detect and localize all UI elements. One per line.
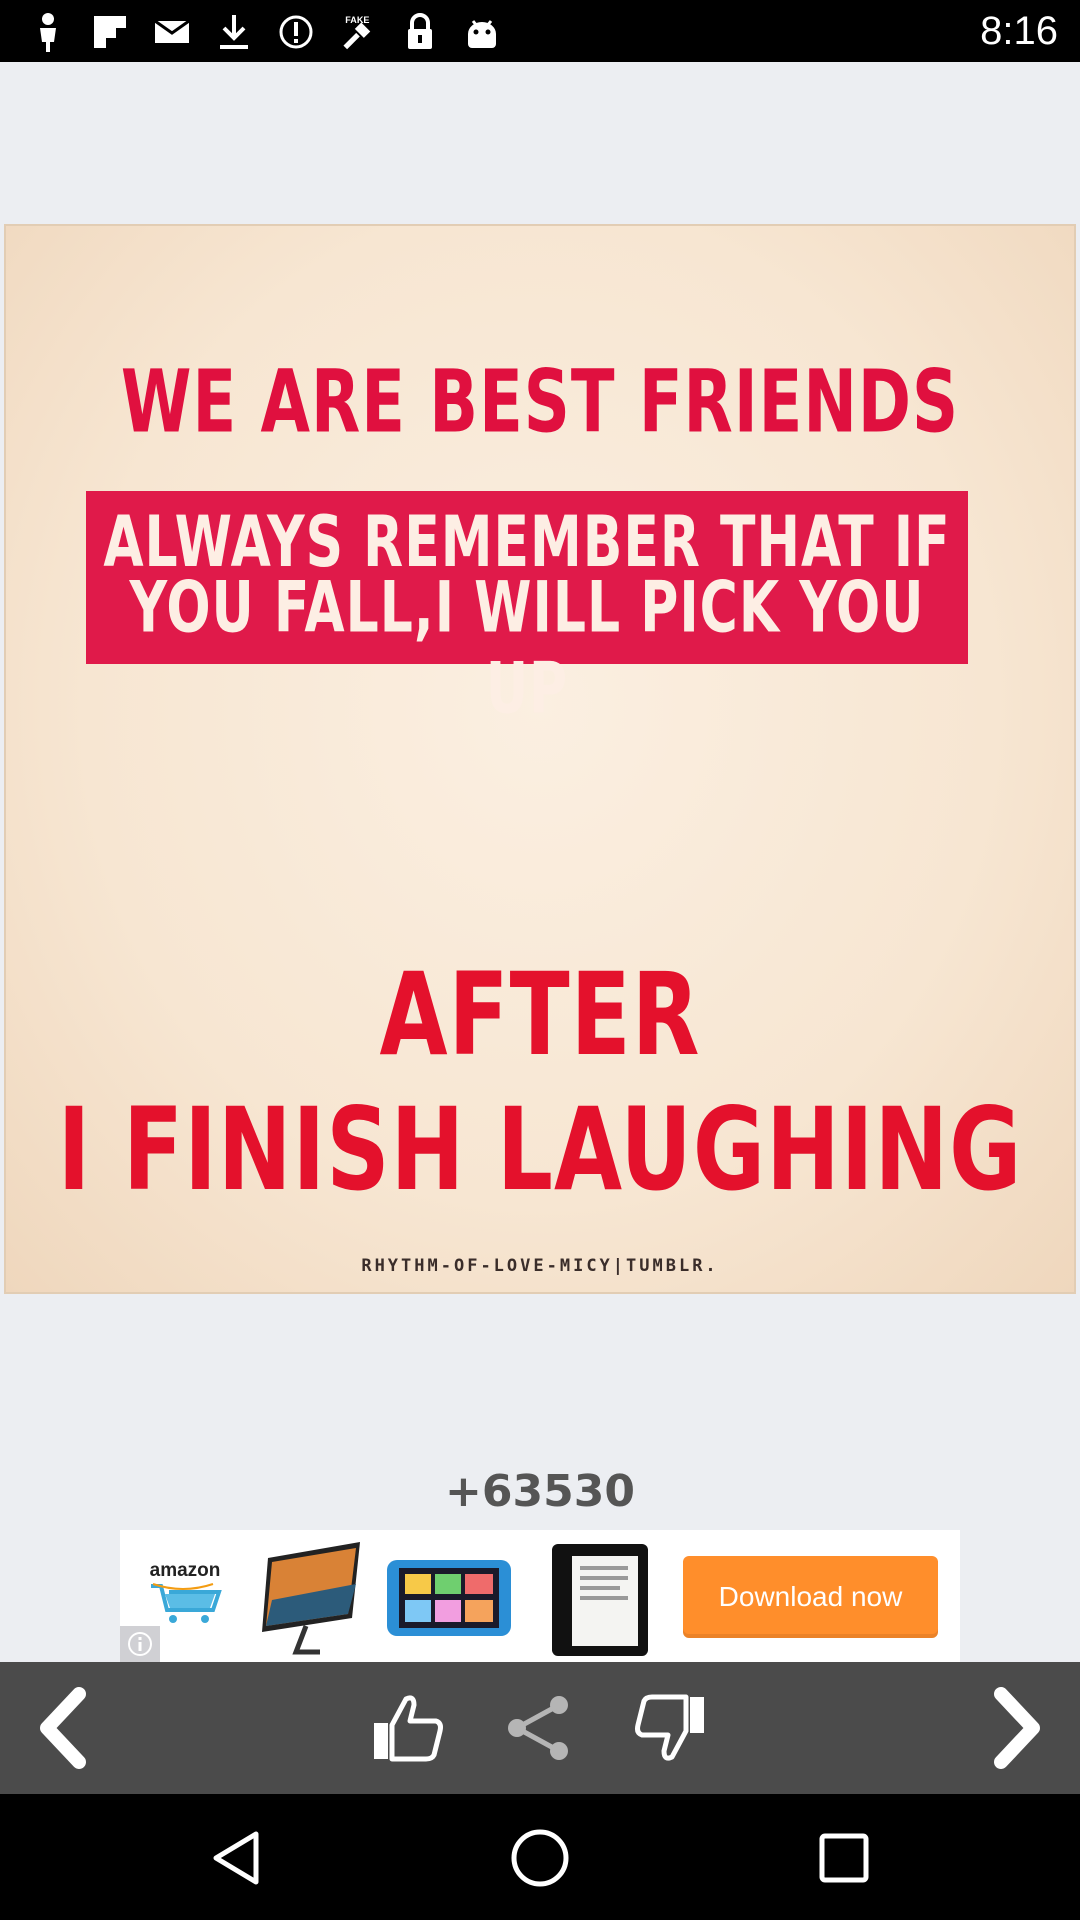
tablet-product-image [385, 1558, 513, 1638]
clock: 8:16 [980, 9, 1058, 53]
amazon-logo: amazon [145, 1560, 225, 1632]
monitor-product-image [248, 1540, 368, 1658]
cart-icon [151, 1583, 222, 1623]
status-bar: FAKE 8:16 [0, 0, 1080, 62]
thumbs-up-icon [374, 1695, 443, 1762]
nav-recents-button[interactable] [808, 1822, 880, 1894]
thumbs-down-icon [635, 1694, 704, 1761]
back-arrow-icon [40, 1687, 86, 1769]
system-navigation-bar [0, 1794, 1080, 1920]
ereader-product-image [550, 1542, 650, 1658]
amazon-brand-text: amazon [149, 1560, 221, 1581]
ad-info-icon[interactable] [120, 1626, 160, 1662]
action-toolbar [0, 1662, 1080, 1794]
flipboard-icon [90, 12, 130, 52]
forward-arrow-icon [994, 1687, 1040, 1769]
quote-image[interactable]: WE ARE BEST FRIENDS ALWAYS REMEMBER THAT… [4, 224, 1076, 1294]
like-button[interactable] [362, 1682, 454, 1774]
alert-icon [276, 12, 316, 52]
notification-icons: FAKE [28, 10, 502, 54]
previous-button[interactable] [20, 1682, 112, 1774]
download-icon [214, 12, 254, 52]
image-credit: RHYTHM-OF-LOVE-MICY|TUMBLR. [361, 1256, 719, 1276]
svg-text:FAKE: FAKE [345, 15, 369, 25]
nav-home-button[interactable] [504, 1822, 576, 1894]
nav-recents-icon [819, 1833, 869, 1883]
dislike-button[interactable] [624, 1682, 716, 1774]
quote-punchline-1: AFTER [379, 947, 701, 1082]
ad-banner[interactable]: amazon Download now [120, 1530, 960, 1662]
android-icon [462, 12, 502, 52]
mail-icon [152, 12, 192, 52]
share-button[interactable] [492, 1682, 584, 1774]
person-icon [28, 12, 68, 52]
next-button[interactable] [968, 1682, 1060, 1774]
lock-icon [400, 12, 440, 52]
quote-headline: WE ARE BEST FRIENDS [120, 353, 960, 453]
nav-back-icon [213, 1831, 259, 1885]
quote-punchline-2: I FINISH LAUGHING [57, 1082, 1023, 1217]
share-icon [508, 1696, 568, 1760]
like-count: +63530 [445, 1466, 635, 1517]
nav-back-button[interactable] [200, 1822, 272, 1894]
fake-gps-icon: FAKE [338, 12, 378, 52]
quote-highlight-block: ALWAYS REMEMBER THAT IF YOU FALL,I WILL … [86, 491, 968, 730]
nav-home-icon [511, 1829, 569, 1887]
download-now-button[interactable]: Download now [683, 1556, 938, 1638]
quote-block-line-2: YOU FALL,I WILL PICK YOU UP [129, 568, 925, 730]
